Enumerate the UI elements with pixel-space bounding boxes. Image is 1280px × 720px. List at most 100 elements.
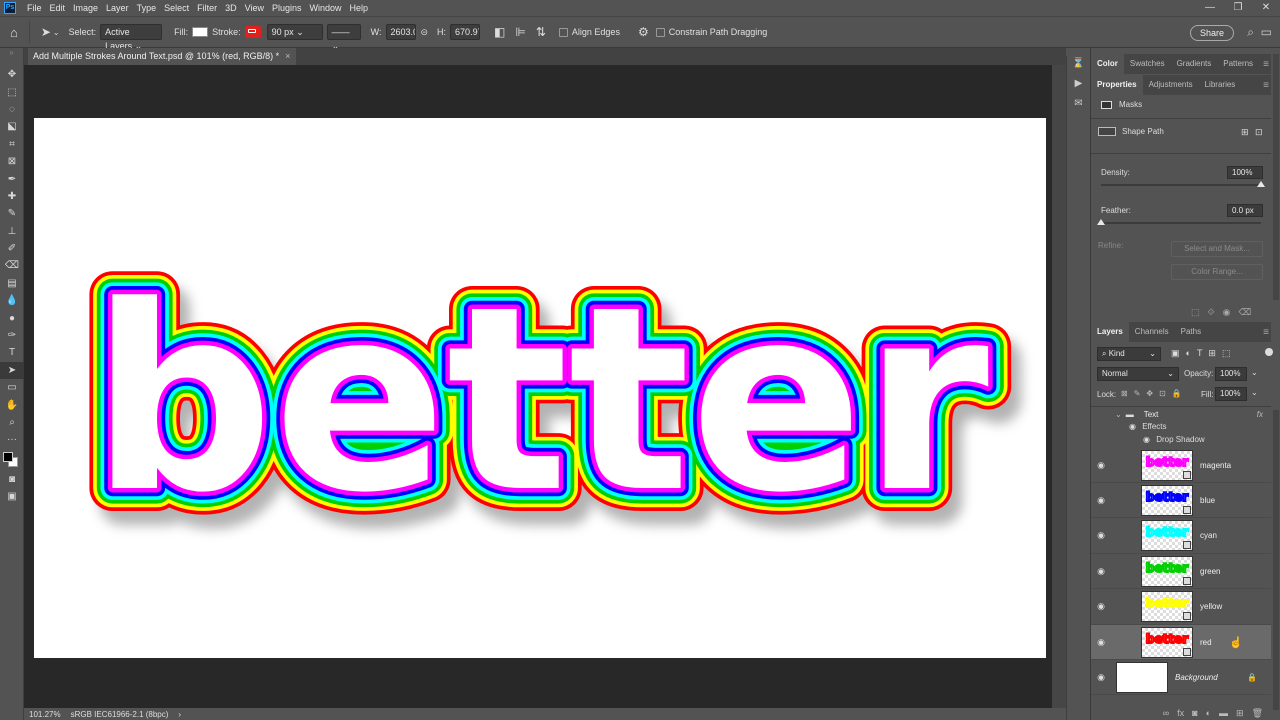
add-style-icon[interactable]: fx xyxy=(1177,708,1184,718)
feather-slider-thumb[interactable] xyxy=(1097,219,1105,225)
crop-tool-icon[interactable]: ⌗ xyxy=(0,136,24,153)
lock-icons[interactable]: ⊠✎✥⊡🔒 xyxy=(1121,389,1188,398)
layers-menu-icon[interactable]: ≡ xyxy=(1263,327,1269,338)
stroke-swatch[interactable] xyxy=(244,26,261,38)
layer-yellow[interactable]: ◉ better yellow xyxy=(1091,590,1271,625)
layer-magenta[interactable]: ◉ better magenta xyxy=(1091,448,1271,483)
tab-color[interactable]: Color xyxy=(1091,54,1124,74)
new-group-icon[interactable]: ▬ xyxy=(1219,708,1228,718)
actions-play-icon[interactable]: ▶ xyxy=(1067,78,1090,96)
opacity-dropdown-icon[interactable]: ⌄ xyxy=(1251,368,1258,377)
history-icon[interactable]: ⌛ xyxy=(1067,58,1090,76)
eye-icon[interactable]: ◉ xyxy=(1091,637,1111,648)
drop-shadow-eye-icon[interactable]: ◉ xyxy=(1143,435,1150,444)
eye-icon[interactable]: ◉ xyxy=(1091,495,1111,506)
opacity-field[interactable]: 100% xyxy=(1215,367,1247,381)
path-alignment-icon[interactable]: ⊫ xyxy=(515,25,525,39)
color-swatches[interactable] xyxy=(0,449,24,471)
feather-slider-track[interactable] xyxy=(1101,222,1261,224)
mask-footer-icons[interactable]: ⬚⟐◉⌫ xyxy=(1191,307,1259,318)
add-mask-icon[interactable]: ◙ xyxy=(1192,708,1197,718)
layer-green[interactable]: ◉ better green xyxy=(1091,554,1271,590)
adjustment-layer-icon[interactable]: ◐ xyxy=(1206,708,1211,718)
menu-edit[interactable]: Edit xyxy=(46,0,70,16)
menu-layer[interactable]: Layer xyxy=(102,0,133,16)
tab-patterns[interactable]: Patterns xyxy=(1217,54,1259,74)
layer-filter-dropdown[interactable]: ⌕ Kind ⌄ xyxy=(1097,347,1161,361)
eye-icon[interactable]: ◉ xyxy=(1091,601,1111,612)
layer-filter-icons[interactable]: ▣◐T⊞⬚ xyxy=(1171,348,1236,359)
menu-help[interactable]: Help xyxy=(346,0,373,16)
density-field[interactable]: 100% xyxy=(1227,166,1263,179)
eye-icon[interactable]: ◉ xyxy=(1091,672,1111,683)
comments-icon[interactable]: ✉ xyxy=(1067,98,1090,116)
blend-mode-dropdown[interactable]: Normal ⌄ xyxy=(1097,367,1179,381)
density-slider-track[interactable] xyxy=(1101,184,1261,186)
share-button[interactable]: Share xyxy=(1189,25,1234,41)
path-arrangement-icon[interactable]: ⇅ xyxy=(536,25,546,39)
rectangle-tool-icon[interactable]: ▭ xyxy=(0,379,24,396)
menu-image[interactable]: Image xyxy=(69,0,102,16)
eye-icon[interactable]: ◉ xyxy=(1091,460,1111,471)
object-selection-tool-icon[interactable]: ⬕ xyxy=(0,118,24,135)
fill-dropdown-icon[interactable]: ⌄ xyxy=(1251,388,1258,397)
select-and-mask-button[interactable]: Select and Mask... xyxy=(1171,241,1263,257)
fill-field[interactable]: 100% xyxy=(1215,387,1247,401)
document-tab[interactable]: Add Multiple Strokes Around Text.psd @ 1… xyxy=(28,48,297,65)
path-operations-icon[interactable]: ◧ xyxy=(494,25,505,39)
path-selection-tool-icon[interactable]: ➤ xyxy=(41,25,51,39)
clone-stamp-tool-icon[interactable]: ⊥ xyxy=(0,223,24,240)
menu-3d[interactable]: 3D xyxy=(221,0,241,16)
add-pixel-mask-icon[interactable]: ⊞ xyxy=(1241,127,1249,138)
feather-field[interactable]: 0.0 px xyxy=(1227,204,1263,217)
menu-window[interactable]: Window xyxy=(306,0,346,16)
drop-shadow-row[interactable]: ◉ Drop Shadow xyxy=(1143,435,1205,444)
density-slider-thumb[interactable] xyxy=(1257,181,1265,187)
color-range-button[interactable]: Color Range... xyxy=(1171,264,1263,280)
panel-menu-icon[interactable]: ≡ xyxy=(1263,59,1269,70)
gradient-tool-icon[interactable]: ▤ xyxy=(0,275,24,292)
tab-channels[interactable]: Channels xyxy=(1129,322,1175,342)
menu-plugins[interactable]: Plugins xyxy=(268,0,306,16)
delete-layer-icon[interactable]: 🗑 xyxy=(1252,708,1263,719)
brush-tool-icon[interactable]: ✎ xyxy=(0,205,24,222)
gear-icon[interactable]: ⚙ xyxy=(638,25,649,39)
restore-button[interactable]: ❐ xyxy=(1224,0,1252,16)
foreground-color-swatch[interactable] xyxy=(3,451,13,462)
healing-brush-tool-icon[interactable]: ✚ xyxy=(0,188,24,205)
new-layer-icon[interactable]: ⊞ xyxy=(1236,708,1244,719)
hand-tool-icon[interactable]: ✋ xyxy=(0,396,24,413)
tab-paths[interactable]: Paths xyxy=(1175,322,1207,342)
tab-gradients[interactable]: Gradients xyxy=(1171,54,1218,74)
tab-swatches[interactable]: Swatches xyxy=(1124,54,1171,74)
align-edges-checkbox[interactable] xyxy=(558,27,568,37)
history-brush-tool-icon[interactable]: ✐ xyxy=(0,240,24,257)
effects-eye-icon[interactable]: ◉ xyxy=(1129,422,1136,431)
eraser-tool-icon[interactable]: ⌫ xyxy=(0,257,24,274)
tab-libraries[interactable]: Libraries xyxy=(1199,75,1242,95)
fill-swatch[interactable] xyxy=(192,27,209,37)
properties-scrollbar[interactable] xyxy=(1273,54,1279,300)
move-tool-icon[interactable]: ✥ xyxy=(0,66,24,83)
link-icon[interactable]: ⊝ xyxy=(421,27,429,38)
blur-tool-icon[interactable]: 💧 xyxy=(0,292,24,309)
more-tools-icon[interactable]: ··· xyxy=(0,431,24,448)
close-tab-icon[interactable]: × xyxy=(285,51,290,61)
menu-file[interactable]: File xyxy=(23,0,46,16)
close-window-button[interactable]: ✕ xyxy=(1252,0,1280,16)
eye-icon[interactable]: ◉ xyxy=(1091,566,1111,577)
lasso-tool-icon[interactable]: ◌ xyxy=(0,101,24,118)
menu-filter[interactable]: Filter xyxy=(193,0,221,16)
stroke-type-dropdown[interactable]: —— ⌄ xyxy=(326,24,361,51)
screen-mode-icon[interactable]: ▣ xyxy=(0,488,24,505)
canvas-area[interactable]: better better better better better better bet… xyxy=(24,65,1052,708)
marquee-tool-icon[interactable]: ⬚ xyxy=(0,83,24,100)
frame-tool-icon[interactable]: ⊠ xyxy=(0,153,24,170)
properties-menu-icon[interactable]: ≡ xyxy=(1263,80,1269,91)
tab-properties[interactable]: Properties xyxy=(1091,75,1143,95)
path-selection-tool-icon[interactable]: ➤ xyxy=(0,361,24,380)
quick-mask-icon[interactable]: ◙ xyxy=(0,471,24,488)
eye-icon[interactable]: ◉ xyxy=(1091,530,1111,541)
zoom-tool-icon[interactable]: ⌕ xyxy=(0,414,24,431)
status-arrow-icon[interactable]: › xyxy=(178,710,181,719)
